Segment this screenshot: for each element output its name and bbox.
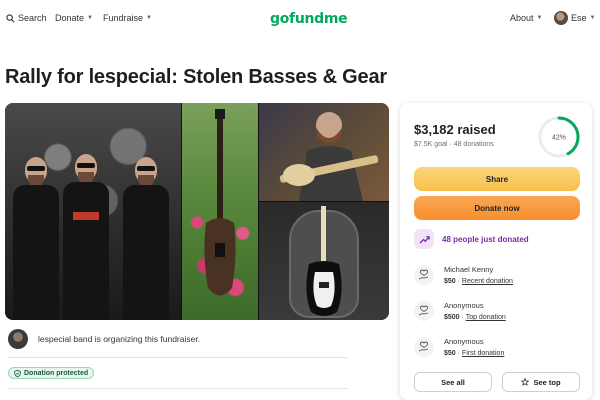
- trending-up-icon: [414, 229, 434, 249]
- divider: [8, 388, 348, 389]
- donation-tag-link[interactable]: First donation: [462, 350, 504, 357]
- search-link[interactable]: Search: [6, 13, 47, 23]
- donate-menu-label: Donate: [55, 13, 85, 23]
- donation-protected-badge[interactable]: Donation protected: [8, 367, 95, 379]
- donor-amount: $50: [444, 350, 456, 357]
- about-menu[interactable]: About ▼: [510, 13, 542, 23]
- amount-raised: $3,182 raised: [414, 122, 496, 137]
- search-label: Search: [18, 13, 47, 23]
- page-title: Rally for lespecial: Stolen Basses & Gea…: [5, 66, 387, 88]
- donor-meta: $50 · Recent donation: [444, 278, 513, 285]
- donation-hand-icon: [414, 337, 434, 357]
- donor-amount: $50: [444, 278, 456, 285]
- donor-name: Anonymous: [444, 337, 484, 346]
- band-photo: [5, 103, 181, 320]
- progress-ring: 42%: [538, 116, 580, 158]
- donation-protected-label: Donation protected: [24, 369, 89, 377]
- see-top-label: See top: [533, 377, 561, 387]
- chevron-down-icon: ▼: [589, 15, 596, 21]
- user-menu[interactable]: Ese ▼: [554, 11, 595, 25]
- top-nav: Search Donate ▼ Fundraise ▼ gofundme Abo…: [0, 0, 600, 40]
- donation-hand-icon: [414, 265, 434, 285]
- see-top-button[interactable]: See top: [502, 372, 580, 392]
- donor-meta: $50 · First donation: [444, 350, 505, 357]
- donation-tag-link[interactable]: Recent donation: [462, 278, 513, 285]
- recent-activity[interactable]: 48 people just donated: [414, 229, 529, 249]
- donor-name: Anonymous: [444, 301, 484, 310]
- donate-menu[interactable]: Donate ▼: [55, 13, 93, 23]
- donor-item: Anonymous $50 · First donation: [414, 337, 504, 359]
- donation-tag-link[interactable]: Top donation: [466, 314, 506, 321]
- about-menu-label: About: [510, 13, 534, 23]
- avatar: [554, 11, 568, 25]
- donor-name: Michael Kenny: [444, 265, 494, 274]
- star-icon: [521, 378, 530, 386]
- organizer-text: lespecial band is organizing this fundra…: [38, 334, 201, 344]
- bass-in-case-photo: [259, 202, 389, 320]
- donate-now-button[interactable]: Donate now: [414, 196, 580, 220]
- bass-guitar-photo: [182, 103, 258, 320]
- donation-hand-icon: [414, 301, 434, 321]
- donor-amount: $500: [444, 314, 460, 321]
- organizer-avatar: [8, 329, 28, 349]
- progress-percent: 42%: [552, 135, 566, 142]
- donor-item: Michael Kenny $50 · Recent donation: [414, 265, 513, 287]
- donor-item: Anonymous $500 · Top donation: [414, 301, 506, 323]
- shield-icon: [14, 369, 21, 377]
- divider: [8, 357, 348, 358]
- goal-and-donations: $7.5K goal · 48 donations: [414, 141, 494, 148]
- campaign-photo-gallery[interactable]: [5, 103, 389, 320]
- recent-activity-label: 48 people just donated: [442, 234, 529, 244]
- chevron-down-icon: ▼: [146, 15, 152, 21]
- donor-meta: $500 · Top donation: [444, 314, 506, 321]
- see-all-label: See all: [441, 377, 465, 387]
- chevron-down-icon: ▼: [87, 15, 93, 21]
- donation-card: $3,182 raised $7.5K goal · 48 donations …: [400, 103, 592, 400]
- organizer-row[interactable]: lespecial band is organizing this fundra…: [8, 329, 200, 349]
- gofundme-logo[interactable]: gofundme: [270, 11, 348, 27]
- share-button[interactable]: Share: [414, 167, 580, 191]
- fundraise-menu[interactable]: Fundraise ▼: [103, 13, 152, 23]
- see-all-button[interactable]: See all: [414, 372, 492, 392]
- chevron-down-icon: ▼: [536, 15, 543, 21]
- fundraise-menu-label: Fundraise: [103, 13, 144, 23]
- user-name: Ese: [571, 13, 587, 23]
- search-icon: [6, 13, 15, 22]
- bassist-photo: [259, 103, 389, 201]
